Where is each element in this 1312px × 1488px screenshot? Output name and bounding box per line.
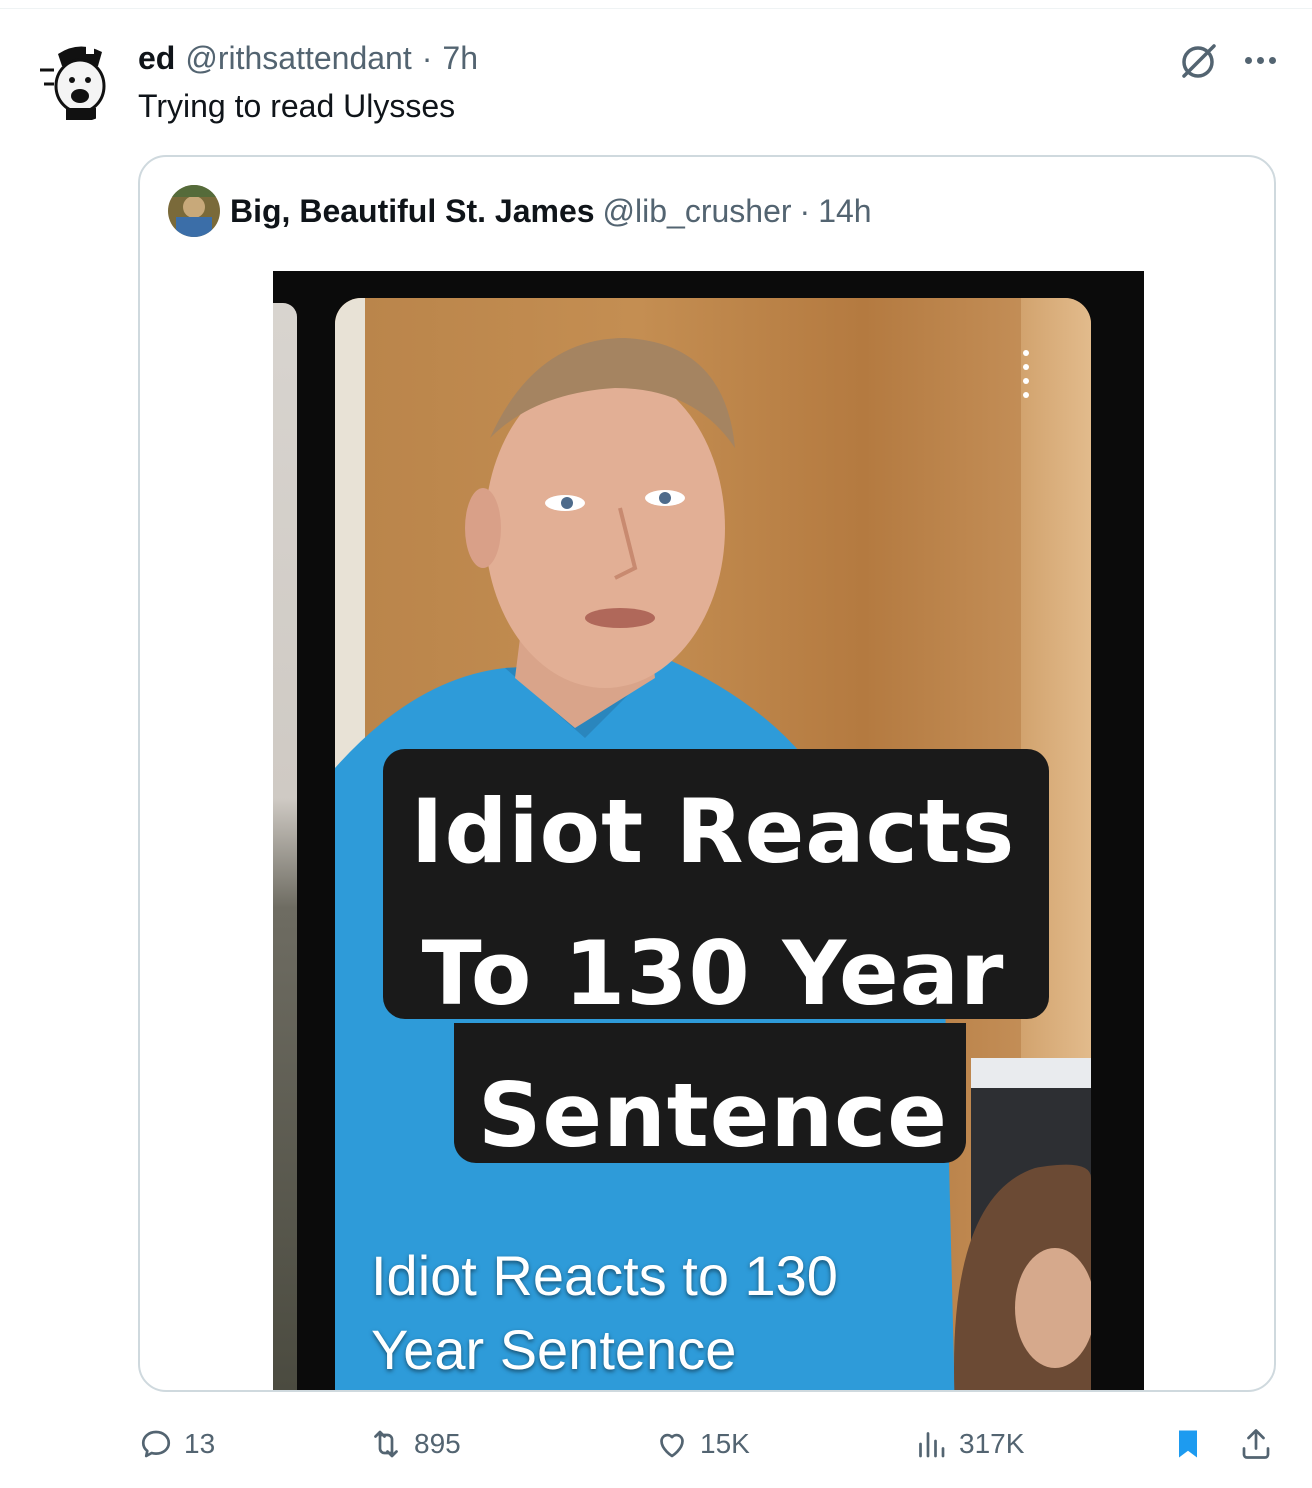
quoted-author-line: Big, Beautiful St. James @lib_crusher · … bbox=[230, 189, 872, 233]
views-icon bbox=[919, 1432, 945, 1458]
author-name[interactable]: ed bbox=[138, 40, 175, 77]
caption-line-1: Idiot Reacts to 130 bbox=[371, 1244, 838, 1307]
repost-count: 895 bbox=[414, 1428, 461, 1459]
views-count: 317K bbox=[959, 1428, 1025, 1459]
views-button[interactable]: 317K bbox=[913, 1418, 1024, 1470]
author-handle[interactable]: @rithsattendant bbox=[185, 40, 411, 77]
more-icon bbox=[1244, 56, 1252, 64]
share-icon bbox=[1242, 1429, 1270, 1459]
title-line-2: To 130 Year bbox=[421, 922, 1005, 1025]
video-caption: Idiot Reacts to 130 Year Sentence bbox=[371, 1239, 971, 1387]
post-time[interactable]: 7h bbox=[442, 40, 478, 77]
quoted-author-name: Big, Beautiful St. James bbox=[230, 192, 595, 229]
video-title-overlay: Idiot Reacts To 130 Year Sentence bbox=[335, 761, 1091, 1187]
quoted-media[interactable]: Idiot Reacts To 130 Year Sentence Idiot … bbox=[273, 271, 1144, 1390]
caption-line-2: Year Sentence bbox=[371, 1318, 737, 1381]
separator: · bbox=[799, 192, 811, 229]
quoted-author-handle: @lib_crusher bbox=[602, 192, 792, 229]
reply-icon bbox=[141, 1430, 171, 1458]
top-divider bbox=[0, 8, 1312, 9]
author-avatar-illustration bbox=[36, 36, 122, 122]
quoted-author-avatar bbox=[168, 185, 220, 237]
separator: · bbox=[421, 39, 433, 76]
tweet-text: Trying to read Ulysses bbox=[138, 88, 456, 124]
author-avatar[interactable] bbox=[36, 36, 122, 122]
reply-button[interactable]: 13 bbox=[138, 1418, 215, 1470]
quoted-tweet[interactable]: Big, Beautiful St. James @lib_crusher · … bbox=[138, 155, 1276, 1392]
grok-icon bbox=[1182, 44, 1216, 78]
like-count: 15K bbox=[700, 1428, 750, 1459]
bookmark-button[interactable] bbox=[1170, 1418, 1206, 1470]
repost-icon bbox=[374, 1430, 398, 1458]
title-line-1: Idiot Reacts bbox=[410, 780, 1016, 883]
author-line: ed @rithsattendant · 7h bbox=[138, 38, 478, 78]
share-button[interactable] bbox=[1238, 1418, 1274, 1470]
like-button[interactable]: 15K bbox=[654, 1418, 750, 1470]
bookmark-icon bbox=[1179, 1430, 1197, 1458]
grok-button[interactable] bbox=[1176, 40, 1220, 84]
reply-count: 13 bbox=[184, 1428, 216, 1459]
adjacent-slide-edge bbox=[273, 303, 297, 1390]
action-bar: 13 895 15K 317K bbox=[138, 1418, 1284, 1470]
repost-button[interactable]: 895 bbox=[368, 1418, 461, 1470]
more-button[interactable] bbox=[1236, 40, 1284, 80]
quoted-post-time: 14h bbox=[818, 192, 872, 229]
title-line-3: Sentence bbox=[478, 1064, 948, 1167]
like-icon bbox=[660, 1433, 684, 1458]
